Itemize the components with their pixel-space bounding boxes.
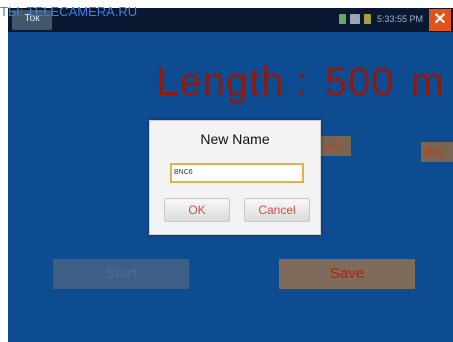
save-button[interactable]: Save [279, 259, 415, 289]
watermark: ТЫ: TELECAMERA.RU [0, 4, 138, 19]
status-icons: 5:33:55 PM [338, 14, 423, 24]
clock-text: 5:33:55 PM [376, 14, 423, 24]
battery-icon [338, 14, 346, 24]
name-input[interactable] [170, 163, 304, 183]
dialog-title: New Name [200, 131, 270, 147]
ok-button[interactable]: OK [164, 198, 230, 222]
length-unit: m [410, 60, 445, 104]
network-icon [349, 14, 360, 24]
length-value: 500 [324, 60, 395, 104]
cancel-button[interactable]: Cancel [244, 198, 310, 222]
length-label: Length : [156, 60, 309, 104]
new-name-dialog: New Name OK Cancel [149, 120, 321, 235]
back-button[interactable]: Bac [421, 142, 453, 162]
start-button[interactable]: Start [53, 259, 189, 289]
close-icon[interactable]: ✕ [429, 9, 451, 31]
storage-icon [363, 14, 371, 24]
length-readout: Length : 500 m [8, 60, 453, 105]
